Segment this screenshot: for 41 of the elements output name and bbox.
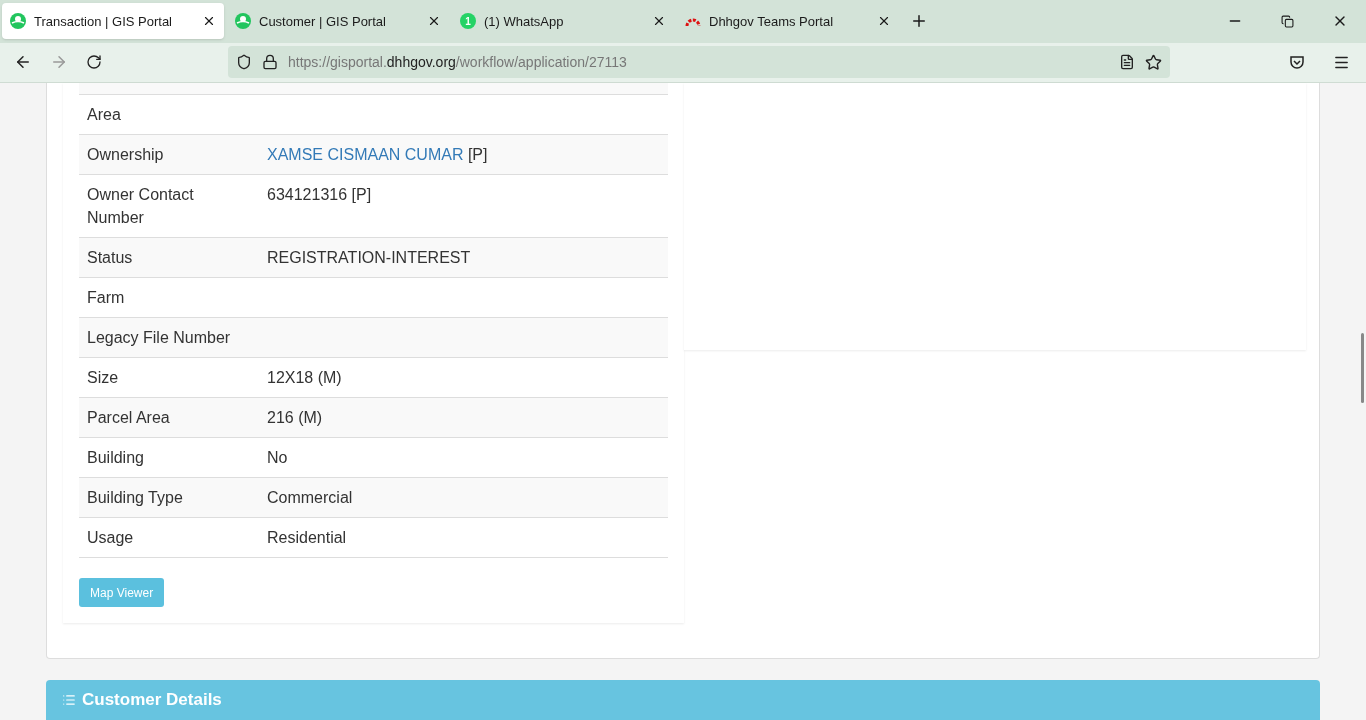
- field-value: 12X18 (M): [267, 369, 342, 386]
- browser-tab[interactable]: Customer | GIS Portal: [227, 3, 449, 40]
- restore-icon[interactable]: [1281, 14, 1294, 28]
- browser-tab[interactable]: Transaction | GIS Portal: [2, 3, 224, 40]
- field-label: Area: [87, 106, 121, 123]
- section-title: Customer Details: [82, 689, 222, 712]
- field-value: No: [267, 449, 288, 466]
- field-value: 216 (M): [267, 409, 323, 426]
- tab-title: Dhhgov Teams Portal: [709, 12, 835, 31]
- shield-icon[interactable]: [236, 54, 252, 71]
- pocket-icon[interactable]: [1289, 54, 1305, 71]
- field-value: 634121316 [P]: [267, 186, 372, 203]
- field-label: Owner Contact Number: [87, 186, 194, 226]
- bookmark-star-icon[interactable]: [1145, 53, 1162, 71]
- field-label: Parcel Area: [87, 409, 170, 426]
- field-label: Ownership: [87, 146, 164, 163]
- field-label: Usage: [87, 529, 134, 546]
- reload-icon[interactable]: [86, 54, 102, 71]
- field-value: Residential: [267, 529, 347, 546]
- address-bar[interactable]: https://gisportal.dhhgov.org/workflow/application/27113: [228, 46, 1170, 79]
- reader-view-icon[interactable]: [1119, 54, 1135, 71]
- field-label: Farm: [87, 289, 125, 306]
- browser-tab[interactable]: Dhhgov Teams Portal: [677, 3, 899, 40]
- field-value: [P]: [467, 146, 488, 163]
- field-label: Status: [87, 249, 133, 266]
- tab-title: Customer | GIS Portal: [259, 12, 387, 31]
- field-label: Legacy File Number: [87, 329, 231, 346]
- list-icon: [62, 693, 76, 707]
- field-value: Commercial: [267, 489, 353, 506]
- field-value: REGISTRATION-INTEREST: [267, 249, 471, 266]
- owner-link[interactable]: XAMSE CISMAAN CUMAR: [267, 146, 464, 163]
- tab-title: (1) WhatsApp: [484, 12, 565, 31]
- tab-title: Transaction | GIS Portal: [34, 12, 173, 31]
- scrollbar[interactable]: [1361, 333, 1364, 403]
- field-label: Size: [87, 369, 119, 386]
- lock-icon[interactable]: [262, 54, 278, 71]
- browser-tab[interactable]: 1 (1) WhatsApp: [452, 3, 674, 40]
- notification-badge-icon: 1: [460, 13, 476, 30]
- field-label: Building: [87, 449, 144, 466]
- field-label: Building Type: [87, 489, 183, 506]
- url-text[interactable]: https://gisportal.dhhgov.org/workflow/application/27113: [288, 51, 1109, 73]
